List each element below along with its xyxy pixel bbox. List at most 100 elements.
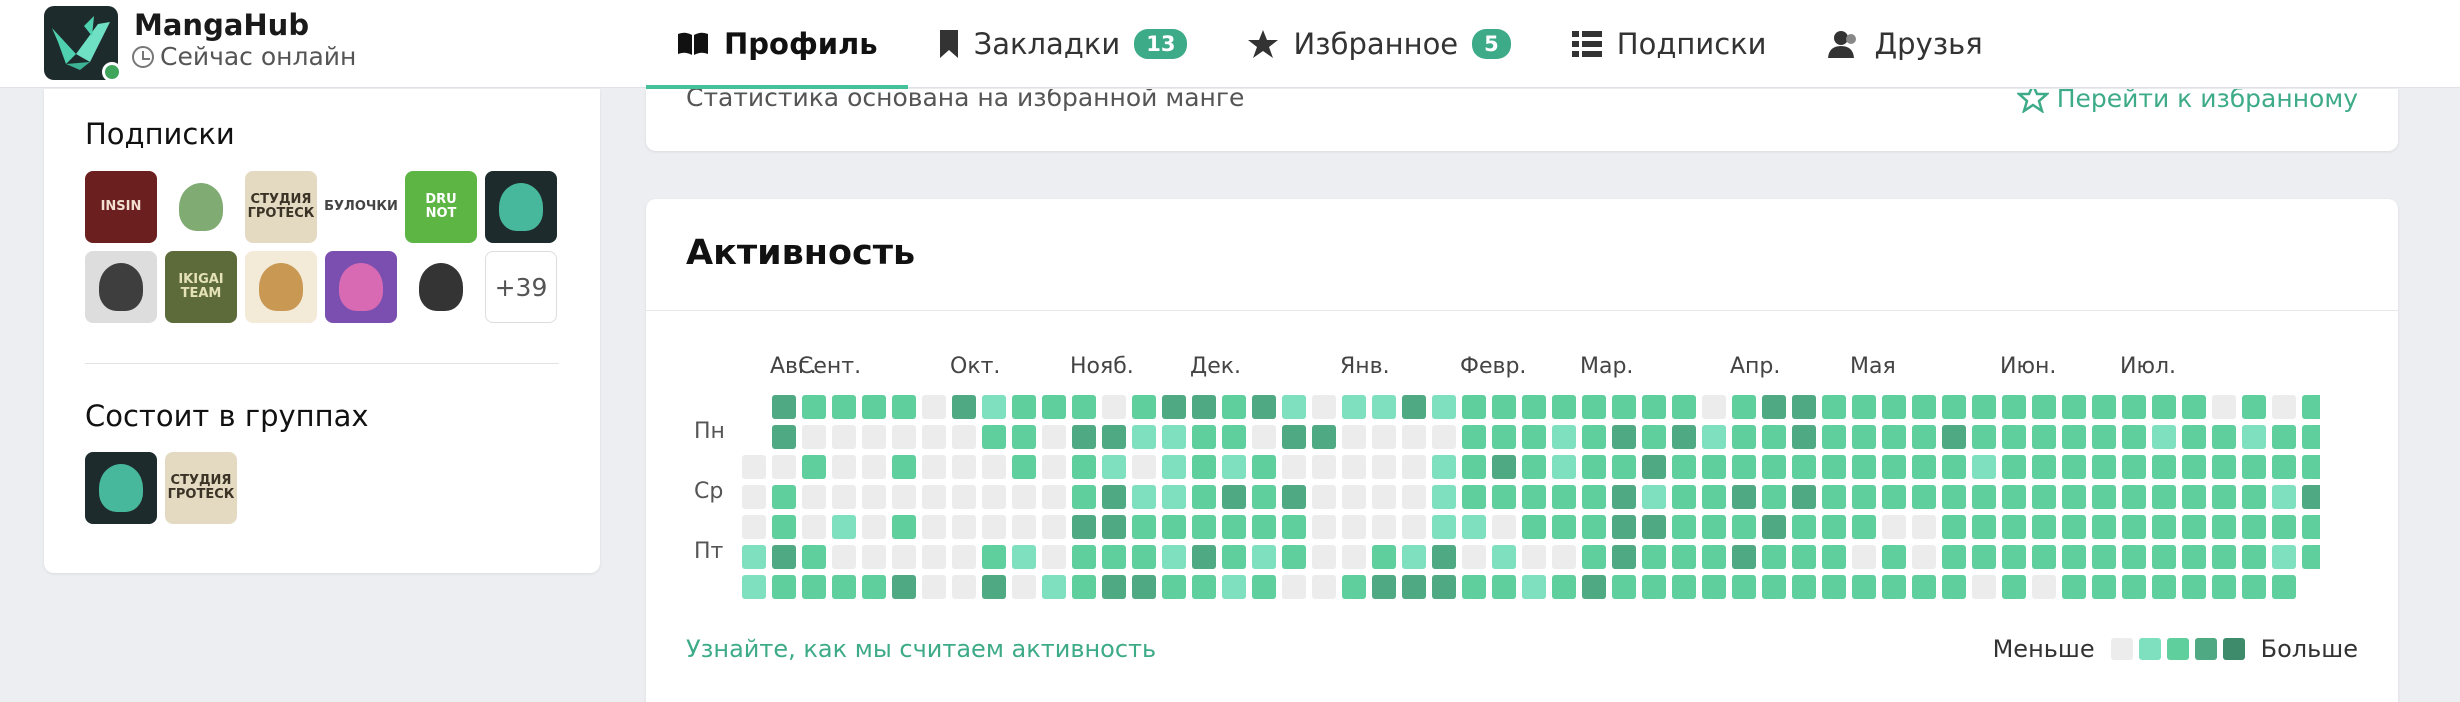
activity-cell	[802, 515, 826, 539]
avatar[interactable]	[485, 171, 557, 243]
activity-cell	[892, 485, 916, 509]
tab-subscriptions[interactable]: Подписки	[1541, 0, 1797, 88]
activity-cell	[1462, 515, 1486, 539]
top-header: MangaHub Сейчас онлайн Профиль Закладки …	[0, 0, 2460, 89]
activity-cell	[1822, 575, 1846, 599]
activity-cell	[2302, 515, 2320, 539]
activity-cell	[1042, 395, 1066, 419]
activity-cell	[1672, 455, 1696, 479]
activity-cell	[1192, 575, 1216, 599]
activity-cell	[1162, 455, 1186, 479]
activity-cell	[2092, 455, 2116, 479]
activity-cell	[1822, 485, 1846, 509]
activity-cell	[1282, 425, 1306, 449]
activity-cell	[2092, 515, 2116, 539]
activity-cell	[1522, 485, 1546, 509]
activity-cell	[2062, 515, 2086, 539]
activity-cell	[742, 485, 766, 509]
avatar[interactable]	[325, 251, 397, 323]
avatar[interactable]	[85, 452, 157, 524]
activity-cell	[892, 545, 916, 569]
activity-cell	[2092, 545, 2116, 569]
month-label: Мая	[1850, 354, 1896, 379]
activity-cell	[1252, 485, 1276, 509]
activity-cell	[1612, 515, 1636, 539]
month-label: Дек.	[1190, 354, 1242, 379]
activity-cell	[1252, 515, 1276, 539]
avatar[interactable]	[165, 171, 237, 243]
site-name[interactable]: MangaHub	[134, 8, 309, 42]
activity-cell	[1942, 455, 1966, 479]
tab-favorites[interactable]: Избранное 5	[1217, 0, 1540, 88]
activity-cell	[2062, 395, 2086, 419]
activity-cell	[1402, 515, 1426, 539]
users-icon	[1827, 31, 1856, 58]
activity-cell	[1732, 545, 1756, 569]
activity-cell	[862, 545, 886, 569]
clock-icon	[132, 45, 154, 68]
activity-cell	[1582, 575, 1606, 599]
avatar[interactable]	[405, 251, 477, 323]
groups-grid: СТУДИЯ ГРОТЕСК	[85, 452, 237, 524]
activity-cell	[1762, 545, 1786, 569]
activity-cell	[2212, 425, 2236, 449]
activity-cell	[1972, 515, 1996, 539]
activity-cell	[1672, 485, 1696, 509]
stats-card: Статистика основана на избранной манге П…	[646, 89, 2398, 151]
activity-cell	[922, 425, 946, 449]
activity-cell	[772, 545, 796, 569]
avatar[interactable]	[245, 251, 317, 323]
activity-cell	[2002, 545, 2026, 569]
avatar[interactable]: DRU NOT	[405, 171, 477, 243]
activity-cell	[1612, 425, 1636, 449]
activity-cell	[1882, 515, 1906, 539]
activity-cell	[1192, 425, 1216, 449]
activity-cell	[2032, 545, 2056, 569]
legend-less-label: Меньше	[1992, 635, 2095, 663]
activity-cell	[2302, 485, 2320, 509]
legend-swatch	[2222, 638, 2245, 660]
avatar[interactable]: БУЛОЧКИ	[325, 171, 397, 243]
activity-cell	[1342, 575, 1366, 599]
tab-profile[interactable]: Профиль	[646, 0, 908, 89]
activity-cell	[1042, 485, 1066, 509]
activity-cell	[802, 485, 826, 509]
avatar[interactable]: INSIN	[85, 171, 157, 243]
activity-cell	[2242, 485, 2266, 509]
activity-cell	[1432, 485, 1456, 509]
activity-cell	[1522, 425, 1546, 449]
activity-cell	[1312, 485, 1336, 509]
activity-cell	[1732, 395, 1756, 419]
activity-cell	[1192, 545, 1216, 569]
tab-profile-label: Профиль	[724, 27, 878, 61]
more-subscriptions-button[interactable]: +39	[485, 251, 557, 323]
activity-cell	[1222, 425, 1246, 449]
activity-cell	[832, 485, 856, 509]
activity-cell	[1312, 425, 1336, 449]
activity-cell	[1432, 545, 1456, 569]
activity-cell	[1402, 455, 1426, 479]
avatar[interactable]: СТУДИЯ ГРОТЕСК	[245, 171, 317, 243]
activity-cell	[1132, 485, 1156, 509]
tab-friends[interactable]: Друзья	[1797, 0, 2013, 88]
avatar[interactable]	[85, 251, 157, 323]
activity-cell	[1642, 485, 1666, 509]
avatar[interactable]: IKIGAI TEAM	[165, 251, 237, 323]
activity-cell	[922, 545, 946, 569]
activity-cell	[2032, 575, 2056, 599]
subscriptions-grid: INSIN СТУДИЯ ГРОТЕСК БУЛОЧКИ DRU NOT IKIGAI …	[85, 171, 557, 323]
activity-cell	[2032, 455, 2056, 479]
activity-cell	[1852, 425, 1876, 449]
activity-info-link[interactable]: Узнайте, как мы считаем активность	[686, 635, 1156, 663]
go-to-favorites-link[interactable]: Перейти к избранному	[2016, 89, 2358, 113]
activity-cell	[1912, 575, 1936, 599]
activity-cell	[802, 395, 826, 419]
avatar[interactable]: СТУДИЯ ГРОТЕСК	[165, 452, 237, 524]
activity-cell	[2212, 485, 2236, 509]
activity-cell	[1972, 545, 1996, 569]
tab-bookmarks[interactable]: Закладки 13	[908, 0, 1218, 88]
activity-cell	[1462, 395, 1486, 419]
activity-cell	[2242, 575, 2266, 599]
activity-cell	[2002, 485, 2026, 509]
activity-cell	[1372, 425, 1396, 449]
